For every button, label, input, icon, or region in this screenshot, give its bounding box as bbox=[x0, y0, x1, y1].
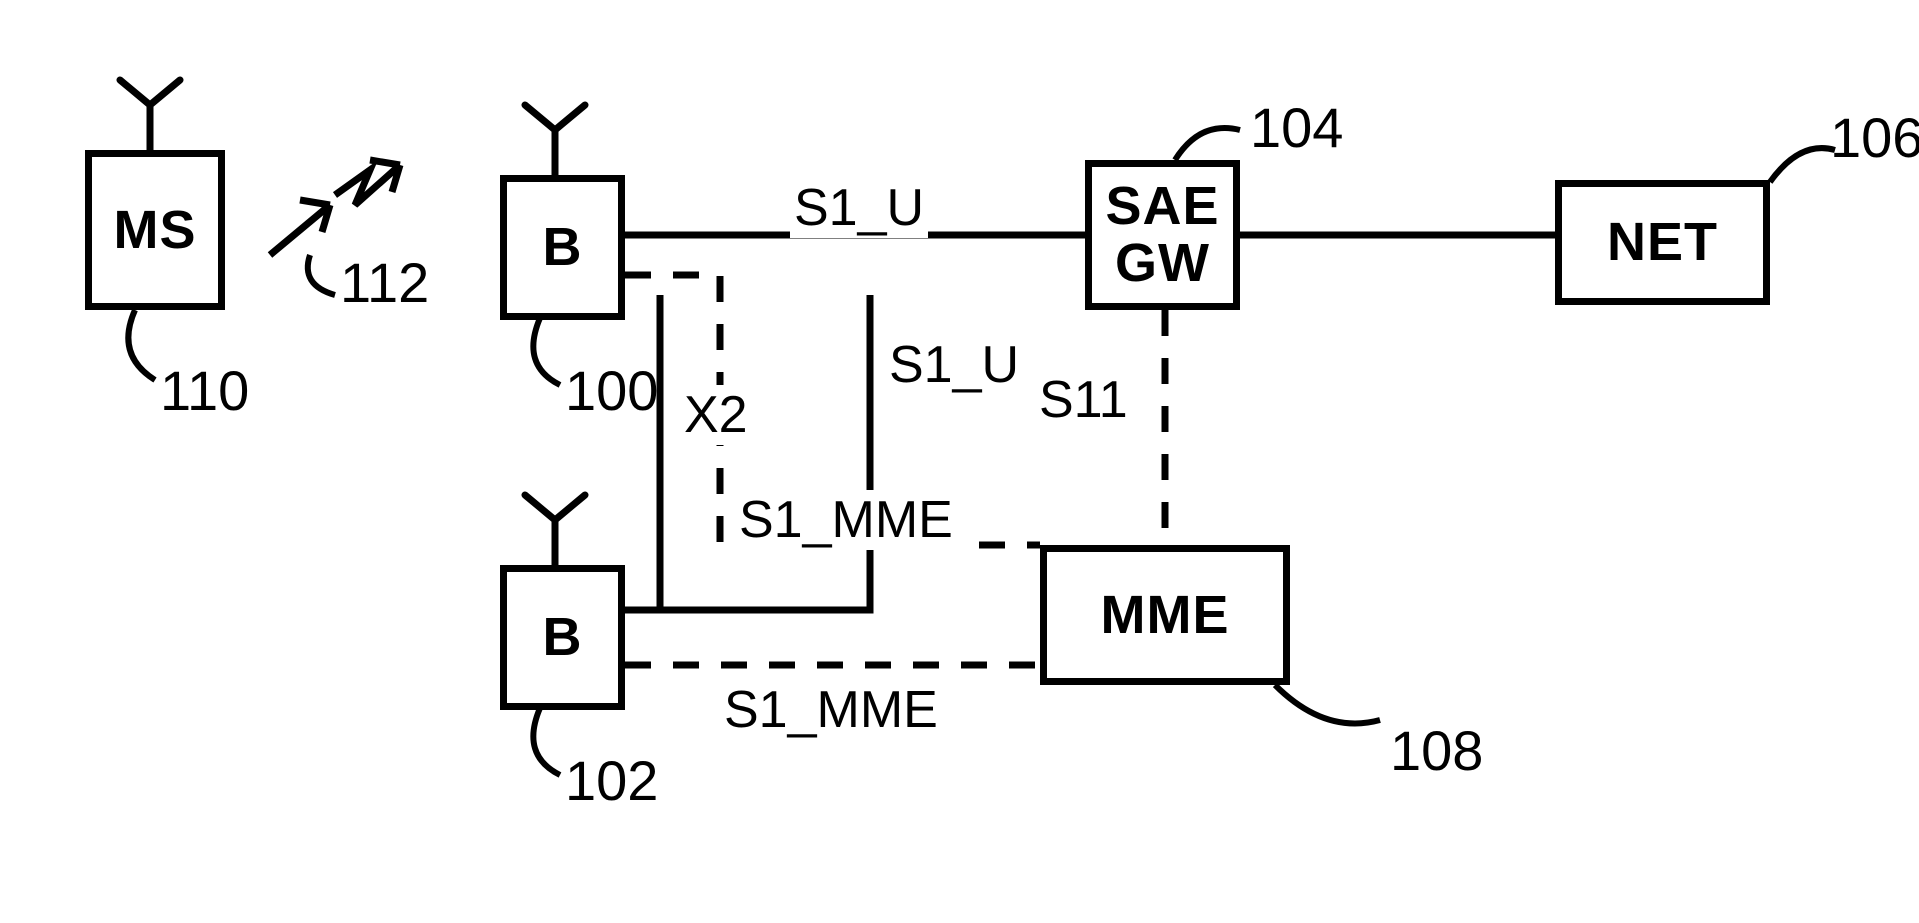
leader-112 bbox=[308, 255, 335, 295]
label-s1u-right: S1_U bbox=[885, 335, 1023, 395]
node-b1: B bbox=[500, 175, 625, 320]
ref-110: 110 bbox=[160, 358, 249, 423]
node-mme-label: MME bbox=[1101, 587, 1230, 644]
b1-antenna-icon bbox=[525, 105, 585, 175]
ref-108: 108 bbox=[1390, 718, 1483, 783]
b2-antenna-icon bbox=[525, 495, 585, 565]
leader-110 bbox=[128, 310, 155, 380]
node-net: NET bbox=[1555, 180, 1770, 305]
ms-antenna-icon bbox=[120, 80, 180, 150]
ref-106: 106 bbox=[1830, 105, 1919, 170]
node-b2-label: B bbox=[543, 609, 583, 666]
ref-100: 100 bbox=[565, 358, 658, 423]
ref-112: 112 bbox=[340, 250, 429, 315]
leader-102 bbox=[533, 708, 560, 775]
diagram-canvas: MS B B SAE GW NET MME S1_U S1_U X2 S11 S… bbox=[0, 0, 1919, 923]
label-s11: S11 bbox=[1035, 370, 1132, 430]
ref-102: 102 bbox=[565, 748, 658, 813]
label-x2: X2 bbox=[680, 385, 752, 445]
leader-106 bbox=[1770, 148, 1835, 182]
leader-100 bbox=[533, 318, 560, 385]
wiring-layer bbox=[0, 0, 1919, 923]
leader-108 bbox=[1275, 685, 1380, 723]
ref-104: 104 bbox=[1250, 95, 1343, 160]
label-s1mme-bot: S1_MME bbox=[720, 680, 942, 740]
label-s1u-top: S1_U bbox=[790, 178, 928, 238]
label-s1mme-top: S1_MME bbox=[735, 490, 957, 550]
node-net-label: NET bbox=[1607, 214, 1718, 271]
node-sae-label: SAE GW bbox=[1105, 178, 1219, 291]
air-interface-icon bbox=[270, 160, 400, 255]
node-b1-label: B bbox=[543, 219, 583, 276]
node-b2: B bbox=[500, 565, 625, 710]
node-ms: MS bbox=[85, 150, 225, 310]
leader-104 bbox=[1175, 128, 1240, 160]
node-sae: SAE GW bbox=[1085, 160, 1240, 310]
node-ms-label: MS bbox=[114, 202, 197, 259]
node-mme: MME bbox=[1040, 545, 1290, 685]
